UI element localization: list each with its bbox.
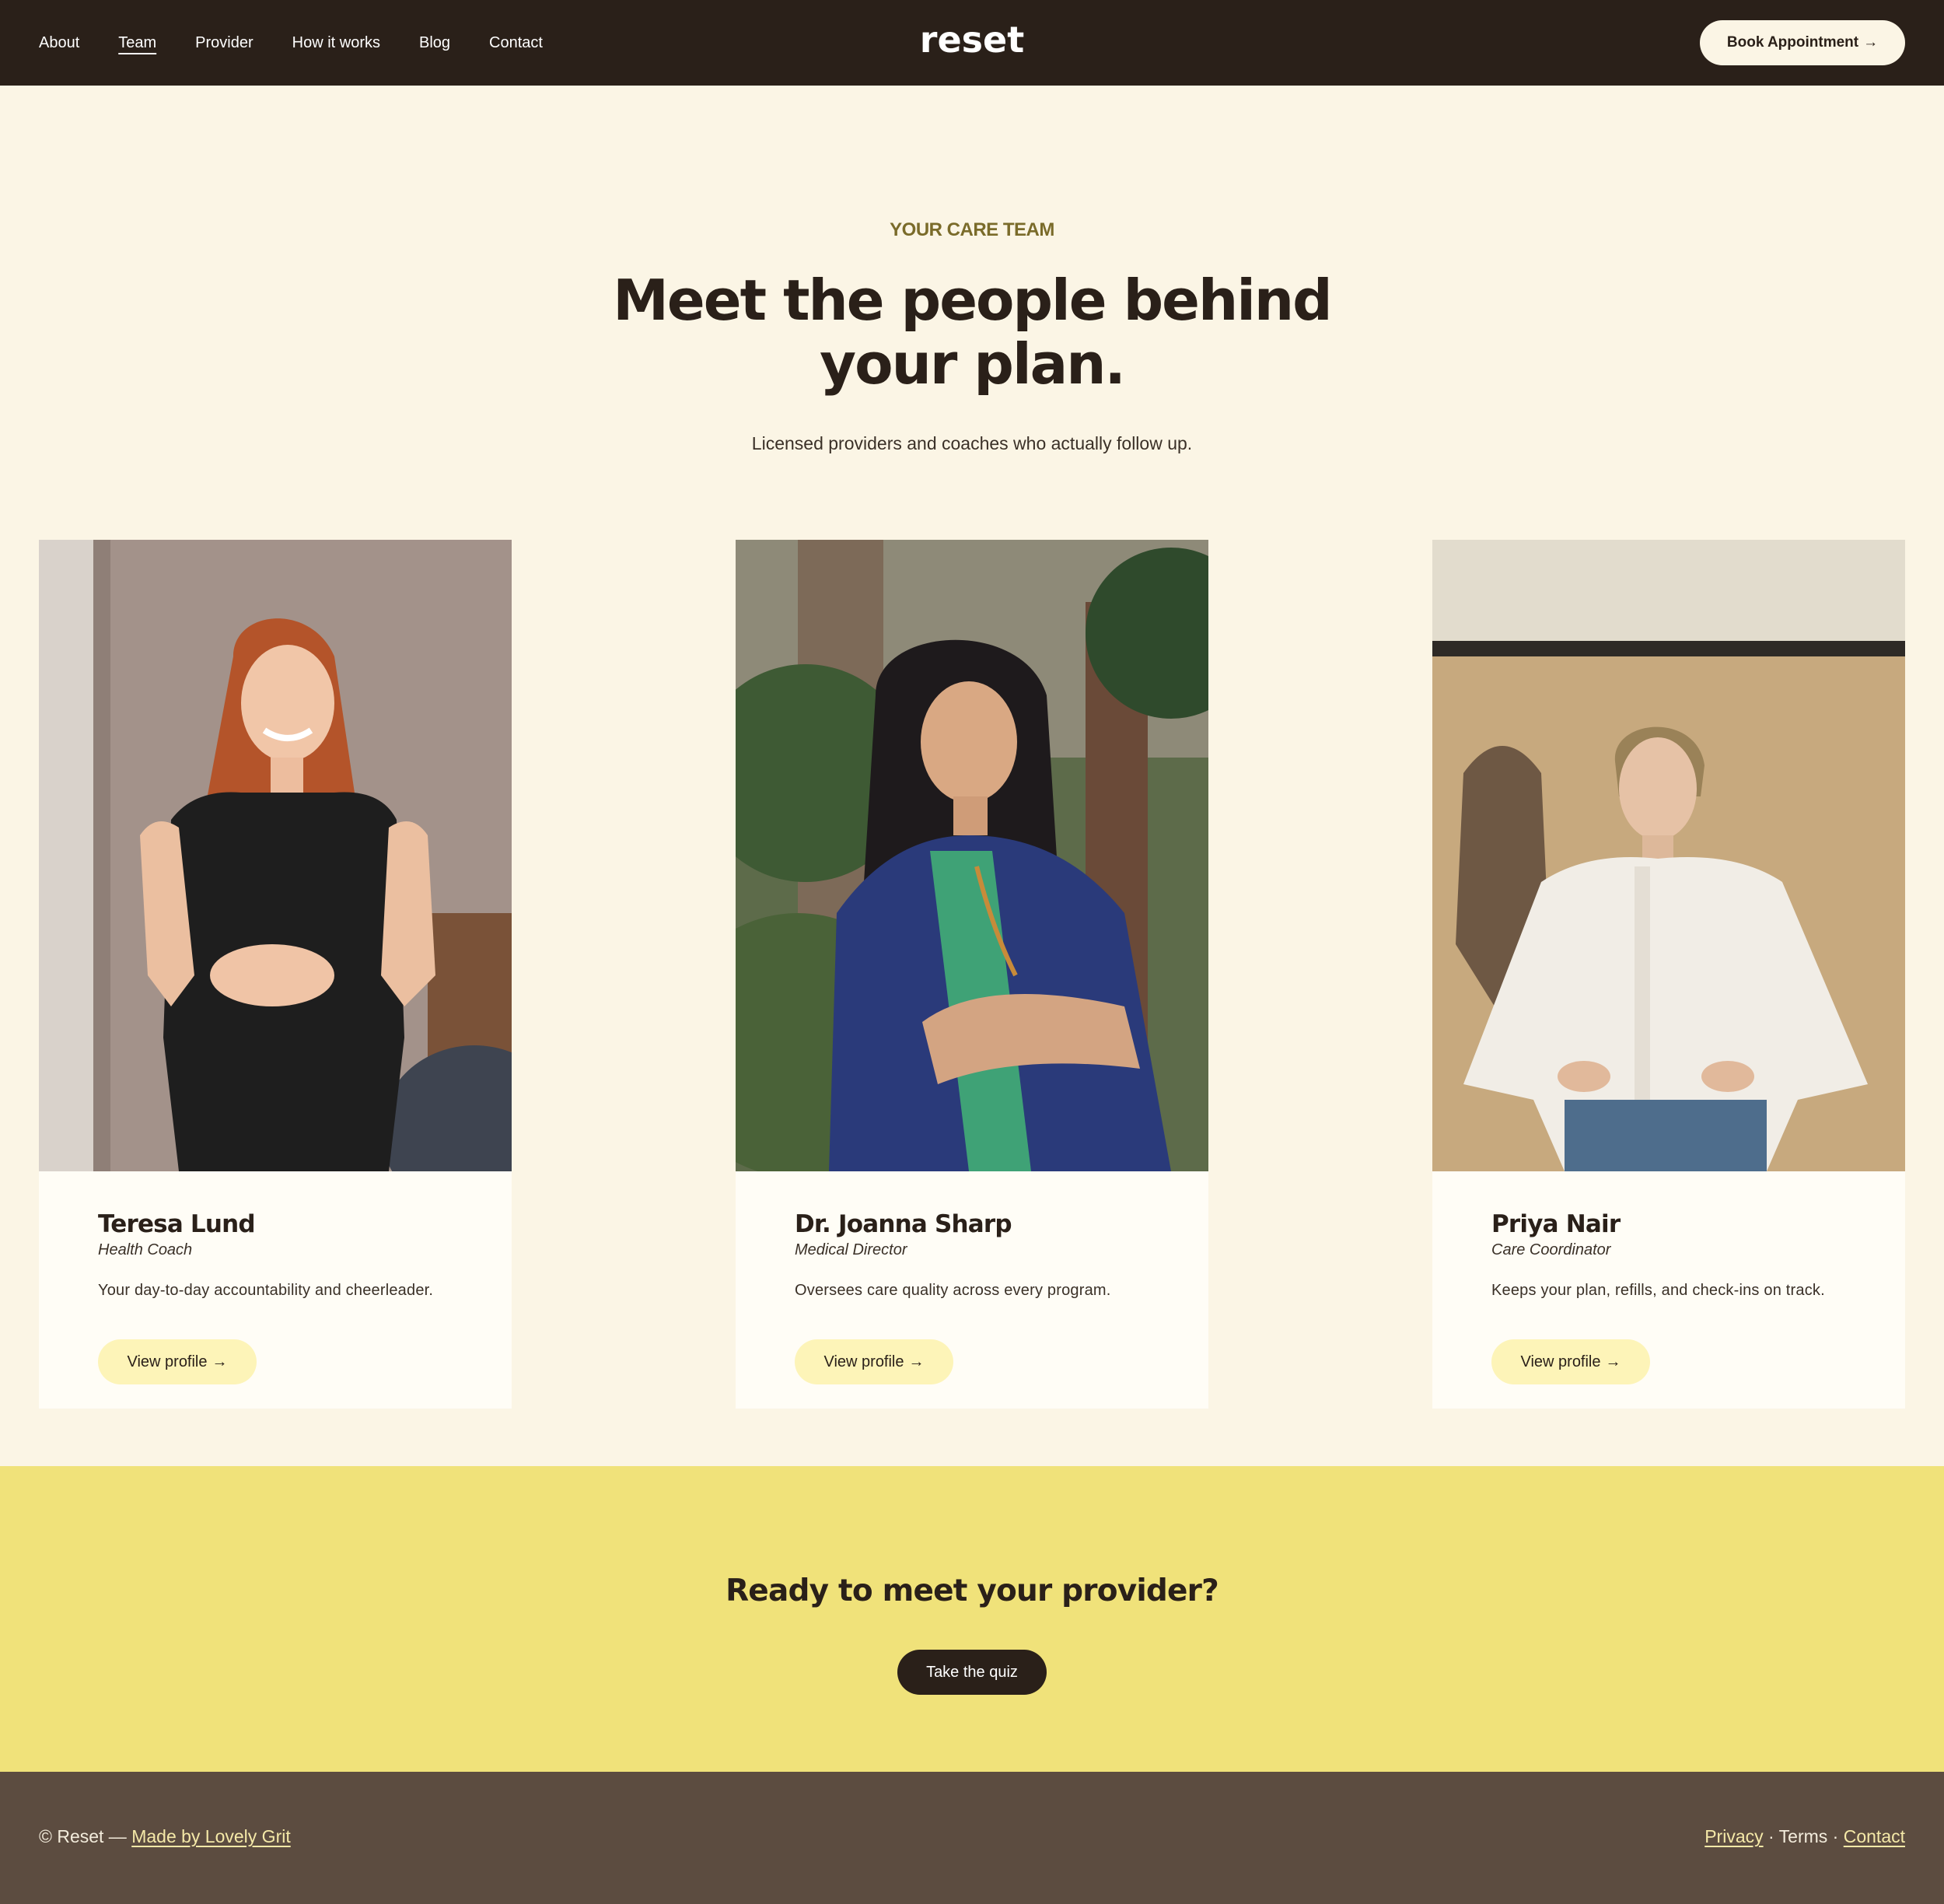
view-profile-button[interactable]: View profile → bbox=[795, 1339, 953, 1384]
member-role: Medical Director bbox=[795, 1241, 907, 1258]
member-description: Oversees care quality across every progr… bbox=[795, 1282, 1111, 1299]
footer-copyright: © Reset — Made by Lovely Grit bbox=[39, 1826, 291, 1847]
arrow-right-icon: → bbox=[1863, 34, 1879, 51]
nav-link-provider[interactable]: Provider bbox=[195, 34, 253, 52]
nav-link-team[interactable]: Team bbox=[118, 34, 156, 52]
brand-logo[interactable]: reset bbox=[894, 19, 1050, 61]
footer-separator: · bbox=[1768, 1826, 1774, 1846]
arrow-right-icon: → bbox=[908, 1353, 925, 1370]
view-profile-label: View profile bbox=[823, 1353, 904, 1370]
nav-link-blog[interactable]: Blog bbox=[419, 34, 450, 52]
footer-links: Privacy · Terms · Contact bbox=[1704, 1826, 1905, 1847]
member-name: Teresa Lund bbox=[98, 1210, 256, 1238]
nav-link-contact[interactable]: Contact bbox=[489, 34, 543, 52]
arrow-right-icon: → bbox=[1605, 1353, 1621, 1370]
nav-link-how-it-works[interactable]: How it works bbox=[292, 34, 380, 52]
terms-link[interactable]: Terms bbox=[1779, 1826, 1828, 1846]
view-profile-label: View profile bbox=[127, 1353, 208, 1370]
member-name: Dr. Joanna Sharp bbox=[795, 1210, 1012, 1238]
book-appointment-label: Book Appointment bbox=[1726, 34, 1859, 51]
page-title: Meet the people behind your plan. bbox=[544, 268, 1400, 396]
team-card: Teresa Lund Health Coach Your day-to-day… bbox=[39, 540, 512, 1409]
site-header: About Team Provider How it works Blog Co… bbox=[0, 0, 1944, 86]
team-card: Dr. Joanna Sharp Medical Director Overse… bbox=[736, 540, 1208, 1409]
view-profile-button[interactable]: View profile → bbox=[1491, 1339, 1650, 1384]
member-name: Priya Nair bbox=[1491, 1210, 1621, 1238]
member-role: Care Coordinator bbox=[1491, 1241, 1611, 1258]
page-title-line-2: your plan. bbox=[820, 331, 1126, 397]
page-subtitle: Licensed providers and coaches who actua… bbox=[751, 433, 1193, 453]
copyright-text: © Reset — bbox=[39, 1826, 127, 1846]
privacy-link[interactable]: Privacy bbox=[1704, 1826, 1763, 1846]
made-by-link[interactable]: Made by Lovely Grit bbox=[131, 1826, 291, 1846]
team-photo bbox=[39, 540, 512, 1171]
member-description: Your day-to-day accountability and cheer… bbox=[98, 1282, 434, 1299]
site-footer: © Reset — Made by Lovely Grit Privacy · … bbox=[0, 1772, 1944, 1904]
cta-band: Ready to meet your provider? Take the qu… bbox=[0, 1466, 1944, 1772]
contact-link[interactable]: Contact bbox=[1844, 1826, 1905, 1846]
book-appointment-button[interactable]: Book Appointment → bbox=[1700, 20, 1905, 65]
main-nav: About Team Provider How it works Blog Co… bbox=[39, 0, 543, 86]
member-description: Keeps your plan, refills, and check-ins … bbox=[1491, 1282, 1825, 1299]
team-photo bbox=[736, 540, 1208, 1171]
team-card: Priya Nair Care Coordinator Keeps your p… bbox=[1432, 540, 1905, 1409]
member-role: Health Coach bbox=[98, 1241, 193, 1258]
section-eyebrow: YOUR CARE TEAM bbox=[890, 219, 1054, 240]
take-quiz-button[interactable]: Take the quiz bbox=[897, 1650, 1047, 1695]
page-title-line-1: Meet the people behind bbox=[613, 268, 1332, 333]
view-profile-label: View profile bbox=[1520, 1353, 1601, 1370]
arrow-right-icon: → bbox=[212, 1353, 228, 1370]
nav-link-about[interactable]: About bbox=[39, 34, 79, 52]
cta-title: Ready to meet your provider? bbox=[726, 1573, 1219, 1608]
view-profile-button[interactable]: View profile → bbox=[98, 1339, 257, 1384]
team-photo bbox=[1432, 540, 1905, 1171]
footer-separator: · bbox=[1832, 1826, 1839, 1846]
